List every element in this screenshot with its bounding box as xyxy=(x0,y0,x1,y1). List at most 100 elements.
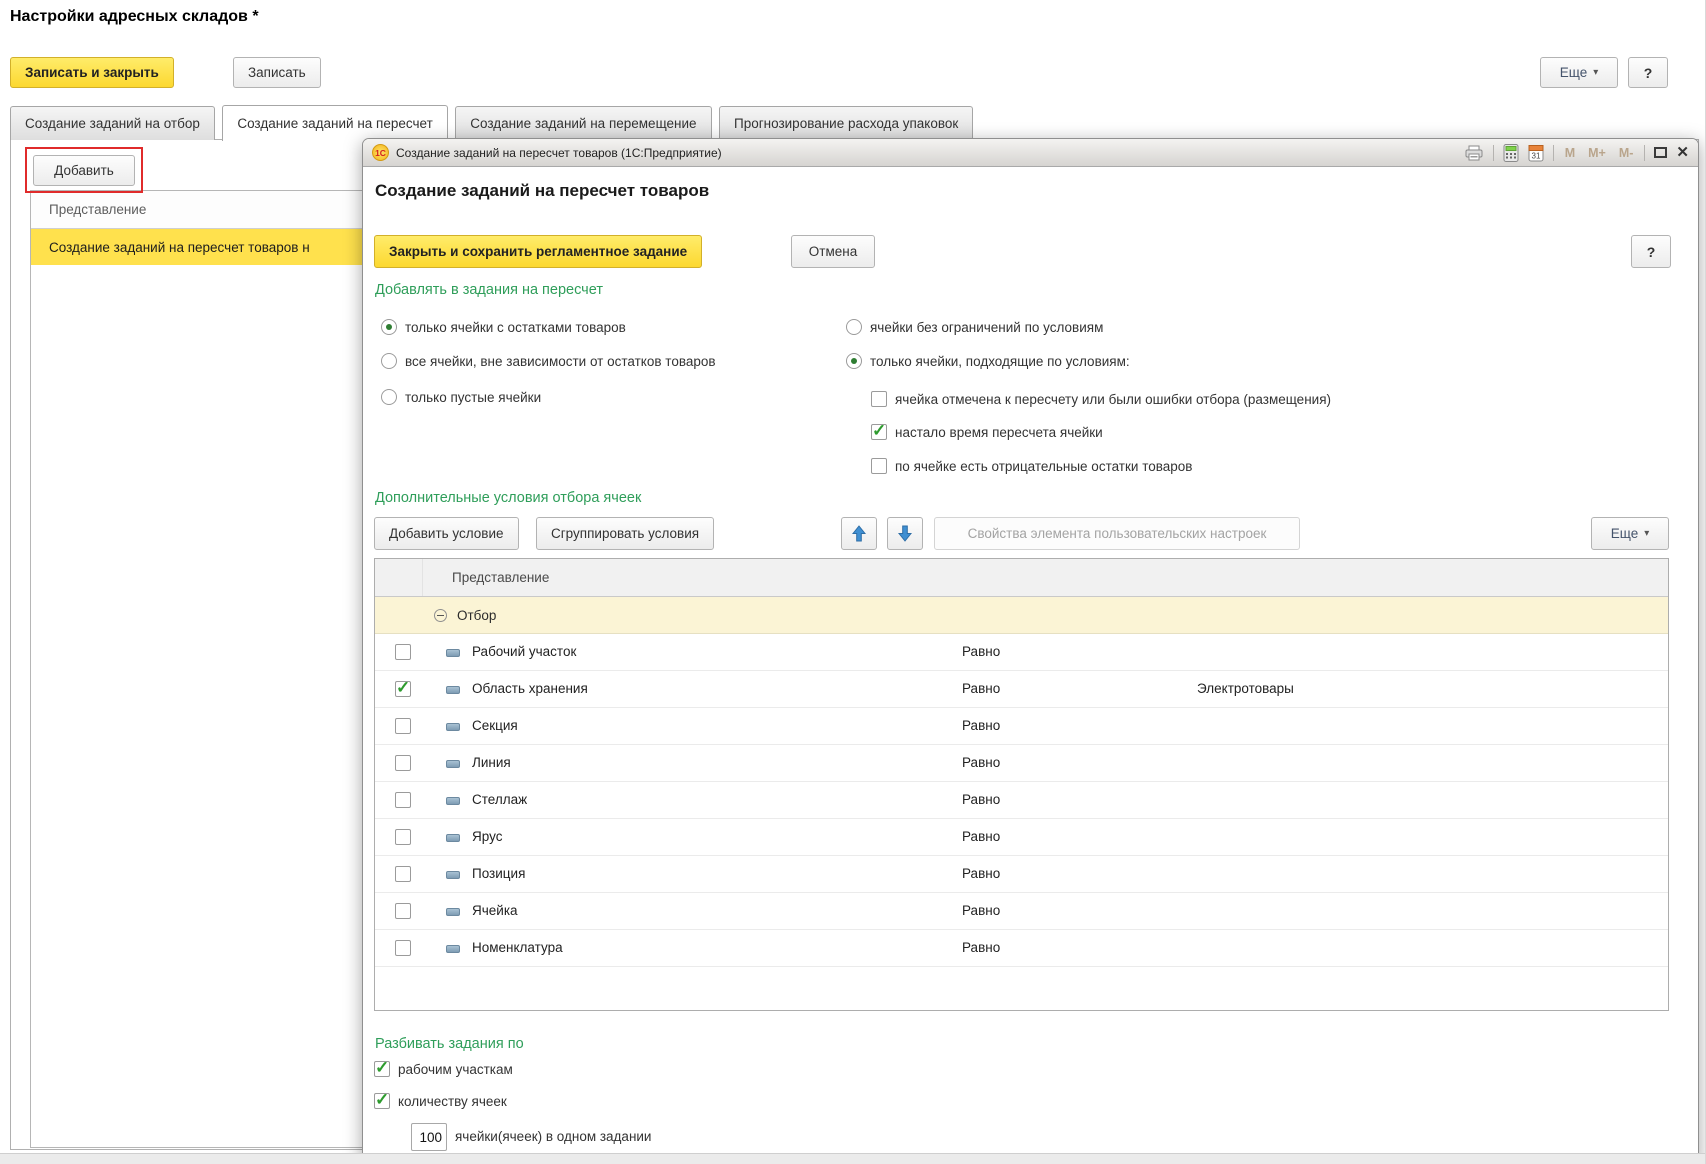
group-row-label: Отбор xyxy=(457,608,496,623)
tab-label: Создание заданий на пересчет xyxy=(237,116,432,131)
print-icon[interactable] xyxy=(1464,145,1484,161)
condition-row[interactable]: Позиция Равно xyxy=(375,856,1668,893)
screen: Настройки адресных складов * Записать и … xyxy=(0,0,1706,1164)
conditions-table-header: Представление xyxy=(375,559,1668,597)
checkbox-recount-time[interactable]: настало время пересчета ячейки xyxy=(871,422,1103,442)
memory-plus-button[interactable]: M+ xyxy=(1586,146,1608,160)
condition-operator: Равно xyxy=(962,644,1000,659)
equals-icon xyxy=(446,760,460,768)
checkbox-negative-stock[interactable]: по ячейке есть отрицательные остатки тов… xyxy=(871,456,1192,476)
equals-icon xyxy=(446,908,460,916)
checkbox-icon xyxy=(374,1061,390,1077)
dialog-titlebar[interactable]: 1С Создание заданий на пересчет товаров … xyxy=(363,139,1698,167)
condition-operator: Равно xyxy=(962,755,1000,770)
collapse-icon[interactable] xyxy=(434,609,447,622)
calendar-icon[interactable]: 31 xyxy=(1528,144,1544,162)
row-checkbox[interactable] xyxy=(395,644,411,660)
add-condition-button[interactable]: Добавить условие xyxy=(374,517,519,550)
cells-per-task-label: ячейки(ячеек) в одном задании xyxy=(455,1129,651,1144)
condition-field-label: Номенклатура xyxy=(472,940,563,955)
condition-row[interactable]: Ярус Равно xyxy=(375,819,1668,856)
condition-row[interactable]: Номенклатура Равно xyxy=(375,930,1668,967)
row-checkbox[interactable] xyxy=(395,755,411,771)
equals-icon xyxy=(446,871,460,879)
conditions-table: Представление Отбор Рабочий участок Равн… xyxy=(374,558,1669,1011)
page-more-button[interactable]: Еще ▾ xyxy=(1540,57,1618,88)
split-section-heading: Разбивать задания по xyxy=(375,1036,524,1052)
equals-icon xyxy=(446,945,460,953)
save-button[interactable]: Записать xyxy=(233,57,321,88)
condition-field-label: Ярус xyxy=(472,829,502,844)
user-settings-properties-button[interactable]: Свойства элемента пользовательских настр… xyxy=(934,517,1300,550)
chevron-down-icon: ▾ xyxy=(1593,67,1598,78)
radio-only-empty-cells[interactable]: только пустые ячейки xyxy=(381,387,541,407)
memory-minus-button[interactable]: M- xyxy=(1617,146,1636,160)
radio-only-cells-with-stock[interactable]: только ячейки с остатками товаров xyxy=(381,317,626,337)
checkbox-icon xyxy=(871,391,887,407)
tab-packaging-forecast[interactable]: Прогнозирование расхода упаковок xyxy=(719,106,973,140)
chevron-down-icon: ▾ xyxy=(1644,528,1649,539)
dialog-help-button[interactable]: ? xyxy=(1631,235,1671,268)
conditions-more-button[interactable]: Еще ▾ xyxy=(1591,517,1669,550)
move-down-button[interactable] xyxy=(887,517,923,550)
tab-bar: Создание заданий на отбор Создание задан… xyxy=(10,105,976,141)
close-icon[interactable]: ✕ xyxy=(1676,145,1689,160)
tab-label: Создание заданий на перемещение xyxy=(470,116,696,131)
list-column-header-label: Представление xyxy=(49,202,146,217)
condition-field-label: Рабочий участок xyxy=(472,644,576,659)
tab-create-recount-tasks[interactable]: Создание заданий на пересчет xyxy=(222,105,447,141)
radio-label: все ячейки, вне зависимости от остатков … xyxy=(405,354,716,369)
memory-recall-button[interactable]: M xyxy=(1563,146,1577,160)
condition-row[interactable]: Стеллаж Равно xyxy=(375,782,1668,819)
condition-row[interactable]: Область хранения Равно Электротовары xyxy=(375,671,1668,708)
condition-row[interactable]: Рабочий участок Равно xyxy=(375,634,1668,671)
checkbox-by-work-areas[interactable]: рабочим участкам xyxy=(374,1059,513,1079)
row-checkbox[interactable] xyxy=(395,718,411,734)
checkbox-icon xyxy=(374,1093,390,1109)
condition-row[interactable]: Ячейка Равно xyxy=(375,893,1668,930)
radio-cells-no-restrictions[interactable]: ячейки без ограничений по условиям xyxy=(846,317,1103,337)
save-and-close-button[interactable]: Записать и закрыть xyxy=(10,57,174,88)
equals-icon xyxy=(446,649,460,657)
radio-icon xyxy=(846,319,862,335)
arrow-down-icon xyxy=(898,525,912,542)
row-checkbox[interactable] xyxy=(395,792,411,808)
row-checkbox[interactable] xyxy=(395,866,411,882)
row-checkbox[interactable] xyxy=(395,903,411,919)
move-up-button[interactable] xyxy=(841,517,877,550)
close-and-save-schedule-button[interactable]: Закрыть и сохранить регламентное задание xyxy=(374,235,702,268)
checkbox-marked-or-errors[interactable]: ячейка отмечена к пересчету или были оши… xyxy=(871,389,1331,409)
row-checkbox[interactable] xyxy=(395,681,411,697)
row-checkbox[interactable] xyxy=(395,829,411,845)
tab-create-pick-tasks[interactable]: Создание заданий на отбор xyxy=(10,106,215,140)
condition-field-label: Стеллаж xyxy=(472,792,527,807)
checkbox-label: рабочим участкам xyxy=(398,1062,513,1077)
checkbox-label: настало время пересчета ячейки xyxy=(895,425,1103,440)
maximize-icon[interactable] xyxy=(1654,147,1667,158)
calculator-icon[interactable] xyxy=(1503,144,1519,162)
radio-label: только пустые ячейки xyxy=(405,390,541,405)
condition-row[interactable]: Секция Равно xyxy=(375,708,1668,745)
checkbox-by-cell-count[interactable]: количеству ячеек xyxy=(374,1091,507,1111)
equals-icon xyxy=(446,723,460,731)
radio-icon xyxy=(381,319,397,335)
row-checkbox[interactable] xyxy=(395,940,411,956)
checkbox-icon xyxy=(871,458,887,474)
svg-text:31: 31 xyxy=(1531,151,1540,160)
checkbox-label: по ячейке есть отрицательные остатки тов… xyxy=(895,459,1192,474)
condition-field-label: Секция xyxy=(472,718,518,733)
cells-per-task-input[interactable] xyxy=(411,1123,447,1151)
radio-cells-matching-conditions[interactable]: только ячейки, подходящие по условиям: xyxy=(846,351,1130,371)
equals-icon xyxy=(446,686,460,694)
radio-all-cells[interactable]: все ячейки, вне зависимости от остатков … xyxy=(381,351,716,371)
group-conditions-button[interactable]: Сгруппировать условия xyxy=(536,517,714,550)
condition-operator: Равно xyxy=(962,829,1000,844)
conditions-more-label: Еще xyxy=(1611,526,1638,541)
condition-row[interactable]: Линия Равно xyxy=(375,745,1668,782)
radio-label: только ячейки, подходящие по условиям: xyxy=(870,354,1130,369)
titlebar-icons: 31 M M+ M- ✕ xyxy=(1464,144,1689,162)
tab-create-move-tasks[interactable]: Создание заданий на перемещение xyxy=(455,106,711,140)
cancel-button[interactable]: Отмена xyxy=(791,235,875,268)
conditions-group-row[interactable]: Отбор xyxy=(375,597,1668,634)
page-help-button[interactable]: ? xyxy=(1628,57,1668,88)
